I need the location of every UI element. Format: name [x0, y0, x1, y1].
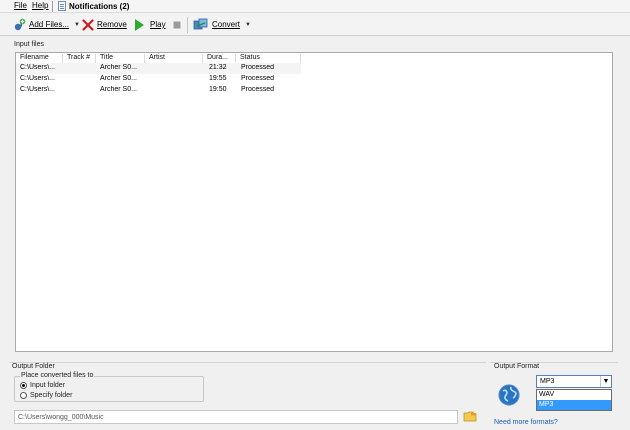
radio-specify-folder[interactable] [20, 392, 27, 399]
play-label: Play [150, 20, 166, 29]
stop-button[interactable] [173, 16, 181, 33]
play-icon [135, 18, 144, 31]
cell-duration: 21:32 [209, 64, 227, 71]
input-folder-label[interactable]: Input folder [30, 382, 65, 389]
add-files-label: Add Files... [29, 20, 70, 29]
toolbar-separator [187, 17, 188, 33]
table-row[interactable]: C:\Users\... Archer S0... 19:50 Processe… [16, 85, 301, 96]
browse-folder-button[interactable] [463, 410, 477, 424]
convert-button[interactable]: Convert ▼ [193, 16, 251, 33]
format-dropdown-list: WAV MP3 [536, 389, 612, 411]
input-files-table[interactable]: Filename Track # Title Artist Dura... St… [15, 52, 613, 352]
cell-filename: C:\Users\... [20, 86, 56, 93]
menu-help-label: Help [32, 1, 49, 10]
format-option-wav[interactable]: WAV [537, 390, 611, 400]
column-title[interactable]: Title [100, 54, 113, 61]
notifications-label: Notifications (2) [69, 1, 130, 11]
table-row[interactable]: C:\Users\... Archer S0... 21:32 Processe… [16, 63, 301, 74]
convert-icon [193, 18, 208, 29]
table-row[interactable]: C:\Users\... Archer S0... 19:55 Processe… [16, 74, 301, 85]
radio-input-folder[interactable] [20, 382, 27, 389]
panel-divider [10, 362, 486, 363]
column-duration[interactable]: Dura... [207, 54, 228, 61]
column-status[interactable]: Status [240, 54, 260, 61]
remove-button[interactable]: Remove [82, 16, 127, 33]
menu-file[interactable]: File [14, 1, 27, 10]
need-more-formats-link[interactable]: Need more formats? [494, 419, 558, 426]
convert-label: Convert [212, 20, 241, 29]
menu-bar: File Help Notifications (2) [0, 0, 630, 13]
column-separator [95, 54, 96, 63]
column-separator [235, 54, 236, 63]
column-filename[interactable]: Filename [20, 54, 49, 61]
cell-status: Processed [241, 64, 275, 71]
play-button[interactable]: Play [134, 16, 166, 33]
selected-format: MP3 [540, 378, 555, 385]
specify-folder-label[interactable]: Specify folder [30, 392, 72, 399]
output-folder-title: Output Folder [12, 363, 55, 370]
menu-separator [52, 1, 53, 12]
cell-duration: 19:55 [209, 75, 227, 82]
cell-duration: 19:50 [209, 86, 227, 93]
add-files-button[interactable]: Add Files... ▼ [12, 16, 80, 33]
add-files-dropdown-icon[interactable]: ▼ [74, 22, 80, 28]
input-files-title: Input files [14, 41, 44, 48]
output-format-title: Output Format [494, 363, 540, 370]
column-track[interactable]: Track # [67, 54, 90, 61]
menu-help[interactable]: Help [32, 1, 48, 10]
column-separator [202, 54, 203, 63]
column-artist[interactable]: Artist [149, 54, 165, 61]
folder-icon [463, 411, 477, 422]
cell-title: Archer S0... [100, 75, 137, 82]
toolbar: Add Files... ▼ Remove Play Convert ▼ [0, 13, 630, 36]
cell-status: Processed [241, 75, 275, 82]
table-header: Filename Track # Title Artist Dura... St… [16, 53, 301, 63]
cell-filename: C:\Users\... [20, 64, 56, 71]
menu-file-label: File [14, 1, 27, 10]
format-globe-icon [497, 383, 521, 409]
cell-title: Archer S0... [100, 86, 137, 93]
convert-dropdown-icon[interactable]: ▼ [245, 22, 251, 28]
cell-filename: C:\Users\... [20, 75, 56, 82]
remove-x-icon [82, 18, 94, 31]
column-separator [62, 54, 63, 63]
cell-title: Archer S0... [100, 64, 137, 71]
chevron-down-icon[interactable]: ▼ [600, 376, 611, 387]
column-separator [144, 54, 145, 63]
cell-status: Processed [241, 86, 275, 93]
notification-document-icon [58, 1, 66, 11]
notifications-menu[interactable]: Notifications (2) [58, 0, 129, 12]
stop-icon [173, 21, 181, 28]
remove-label: Remove [97, 20, 127, 29]
output-format-select[interactable]: MP3 ▼ [536, 375, 612, 388]
place-converted-label: Place converted files to [20, 372, 95, 379]
format-option-mp3[interactable]: MP3 [537, 400, 611, 410]
add-files-icon [14, 18, 26, 30]
output-path-input[interactable]: C:\Users\wongg_000\Music [14, 410, 458, 424]
column-separator [300, 54, 301, 63]
